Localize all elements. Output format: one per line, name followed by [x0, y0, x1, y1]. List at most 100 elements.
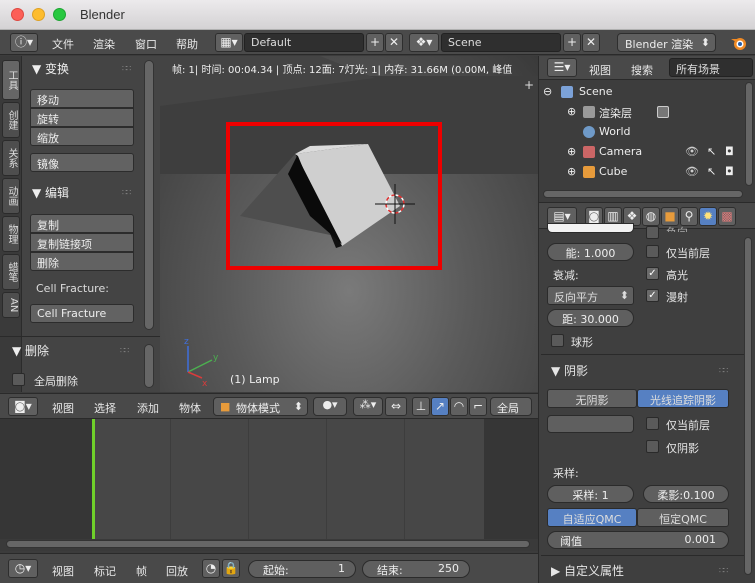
mirror-button[interactable]: 镜像 — [30, 153, 134, 172]
this-layer-checkbox[interactable] — [646, 245, 659, 258]
render-icon[interactable]: ◘ — [725, 145, 734, 158]
add-scene-icon[interactable]: + — [563, 33, 581, 52]
expand-icon[interactable]: ⊕ — [567, 165, 576, 178]
outliner-row-render-layers[interactable]: ⊕ 渲染层 — [539, 102, 755, 122]
outliner-row-world[interactable]: World — [539, 122, 755, 142]
remove-layout-icon[interactable]: ✕ — [385, 33, 403, 52]
shading-dropdown[interactable]: ●▾ — [313, 397, 347, 416]
outliner-scrollbar[interactable] — [543, 190, 743, 198]
mode-dropdown[interactable]: ■ 物体模式 ⬍ — [213, 397, 308, 416]
samples-field[interactable]: 采样: 1 — [547, 485, 634, 503]
menu-view[interactable]: 视图 — [589, 62, 611, 78]
menu-search[interactable]: 搜索 — [631, 62, 653, 78]
layout-grid-icon[interactable]: ▦▾ — [215, 33, 243, 52]
delete-panel-scrollbar[interactable] — [144, 344, 154, 388]
render-engine-dropdown[interactable]: Blender 渲染 ⬍ — [617, 33, 716, 52]
menu-view[interactable]: 视图 — [52, 563, 74, 579]
adaptive-qmc-button[interactable]: 自适应QMC — [547, 508, 637, 527]
pivot-dropdown[interactable]: ⁂▾ — [353, 397, 383, 416]
current-frame-indicator[interactable] — [92, 419, 95, 539]
world-tab-icon[interactable]: ◍ — [642, 207, 660, 226]
negative-checkbox[interactable] — [646, 226, 659, 239]
tool-shelf-scrollbar[interactable] — [144, 60, 154, 330]
expand-icon[interactable]: ⊕ — [567, 105, 576, 118]
menu-help[interactable]: 帮助 — [176, 36, 198, 52]
render-icon[interactable]: ◘ — [725, 165, 734, 178]
tab-physics[interactable]: 物理 — [2, 216, 20, 252]
shadow-color-swatch[interactable] — [547, 415, 634, 433]
lamp-color-swatch[interactable] — [547, 223, 634, 233]
collapse-icon[interactable]: ⊖ — [543, 85, 552, 98]
distance-field[interactable]: 距: 30.000 — [547, 309, 634, 327]
rotate-button[interactable]: 旋转 — [30, 108, 134, 127]
viewport-plus-icon[interactable]: + — [524, 78, 534, 92]
soft-size-field[interactable]: 柔影:0.100 — [643, 485, 729, 503]
global-delete-checkbox[interactable] — [12, 373, 25, 386]
constant-qmc-button[interactable]: 恒定QMC — [637, 508, 729, 527]
this-layer-shadow-checkbox[interactable] — [646, 417, 659, 430]
orientation-dropdown[interactable]: 全局 — [490, 397, 532, 416]
editor-type-timeline-icon[interactable]: ◷▾ — [8, 559, 38, 578]
expand-icon[interactable]: ⊕ — [567, 145, 576, 158]
timeline-scrollbar[interactable] — [6, 540, 530, 548]
close-window-button[interactable] — [11, 8, 24, 21]
energy-field[interactable]: 能: 1.000 — [547, 243, 634, 261]
lock-icon[interactable]: 🔒 — [222, 559, 240, 578]
add-layout-icon[interactable]: + — [366, 33, 384, 52]
drag-handle-icon[interactable]: ∷∷ — [719, 566, 728, 575]
drag-handle-icon[interactable]: ∷∷ — [120, 346, 129, 355]
properties-scrollbar[interactable] — [744, 237, 752, 575]
outliner-filter-dropdown[interactable]: 所有场景 — [669, 58, 753, 77]
keying-set-icon[interactable]: ◔ — [202, 559, 220, 578]
shadow-only-checkbox[interactable] — [646, 440, 659, 453]
threshold-field[interactable]: 阈值 0.001 — [547, 531, 729, 549]
editor-type-outliner-icon[interactable]: ☰▾ — [547, 58, 577, 77]
scene-icon[interactable]: ❖▾ — [409, 33, 439, 52]
drag-handle-icon[interactable]: ∷∷ — [719, 366, 728, 375]
outliner-row-scene[interactable]: ⊖ Scene — [539, 82, 755, 102]
menu-view[interactable]: 视图 — [52, 400, 74, 416]
outliner-vscrollbar[interactable] — [745, 82, 753, 186]
delete-panel-title[interactable]: ▼ 删除 — [12, 342, 49, 359]
menu-object[interactable]: 物体 — [179, 400, 201, 416]
drag-handle-icon[interactable]: ∷∷ — [122, 188, 131, 197]
translate-manipulator-icon[interactable]: ↗ — [431, 397, 449, 416]
texture-tab-icon[interactable]: ▩ — [718, 207, 736, 226]
scale-button[interactable]: 缩放 — [30, 127, 134, 146]
duplicate-button[interactable]: 复制 — [30, 214, 134, 233]
tab-animation[interactable]: 动画 — [2, 178, 20, 214]
transform-panel-title[interactable]: ▼ 变换 — [32, 60, 69, 77]
rotate-manipulator-icon[interactable]: ◠ — [450, 397, 468, 416]
editor-type-3d-icon[interactable]: ◙▾ — [8, 397, 38, 416]
3d-viewport[interactable]: z y x 帧: 1| 时间: 00:04.34 | 顶点: 12面: 7灯光:… — [160, 56, 538, 392]
falloff-dropdown[interactable]: 反向平方 ⬍ — [547, 286, 634, 305]
cursor-select-icon[interactable]: ↖ — [707, 165, 716, 178]
no-shadow-button[interactable]: 无阴影 — [547, 389, 637, 408]
lamp-data-tab-icon[interactable]: ✹ — [699, 207, 717, 226]
outliner-row-camera[interactable]: ⊕ Camera 👁 ↖ ◘ — [539, 142, 755, 162]
menu-marker[interactable]: 标记 — [94, 563, 116, 579]
move-button[interactable]: 移动 — [30, 89, 134, 108]
drag-handle-icon[interactable]: ∷∷ — [122, 64, 131, 73]
tab-tools[interactable]: 工具 — [2, 60, 20, 100]
cursor-select-icon[interactable]: ↖ — [707, 145, 716, 158]
tab-an[interactable]: AN — [2, 292, 20, 318]
menu-playback[interactable]: 回放 — [166, 563, 188, 579]
shadow-panel-title[interactable]: ▼ 阴影 — [551, 362, 588, 379]
eye-icon[interactable]: 👁 — [685, 145, 699, 158]
sphere-checkbox[interactable] — [551, 334, 564, 347]
menu-window[interactable]: 窗口 — [135, 36, 157, 52]
ray-shadow-button[interactable]: 光线追踪阴影 — [637, 389, 729, 408]
screen-layout-field[interactable]: Default — [244, 33, 364, 52]
minimize-window-button[interactable] — [32, 8, 45, 21]
scale-manipulator-icon[interactable]: ⌐ — [469, 397, 487, 416]
menu-frame[interactable]: 帧 — [136, 563, 147, 579]
menu-add[interactable]: 添加 — [137, 400, 159, 416]
tab-relations[interactable]: 关系 — [2, 140, 20, 176]
eye-icon[interactable]: 👁 — [685, 165, 699, 178]
scene-field[interactable]: Scene — [441, 33, 561, 52]
custom-properties-panel-title[interactable]: ▶ 自定义属性 — [551, 562, 624, 579]
specular-checkbox[interactable]: ✓ — [646, 267, 659, 280]
outliner-row-cube[interactable]: ⊕ Cube 👁 ↖ ◘ — [539, 162, 755, 182]
duplicate-linked-button[interactable]: 复制链接项 — [30, 233, 134, 252]
